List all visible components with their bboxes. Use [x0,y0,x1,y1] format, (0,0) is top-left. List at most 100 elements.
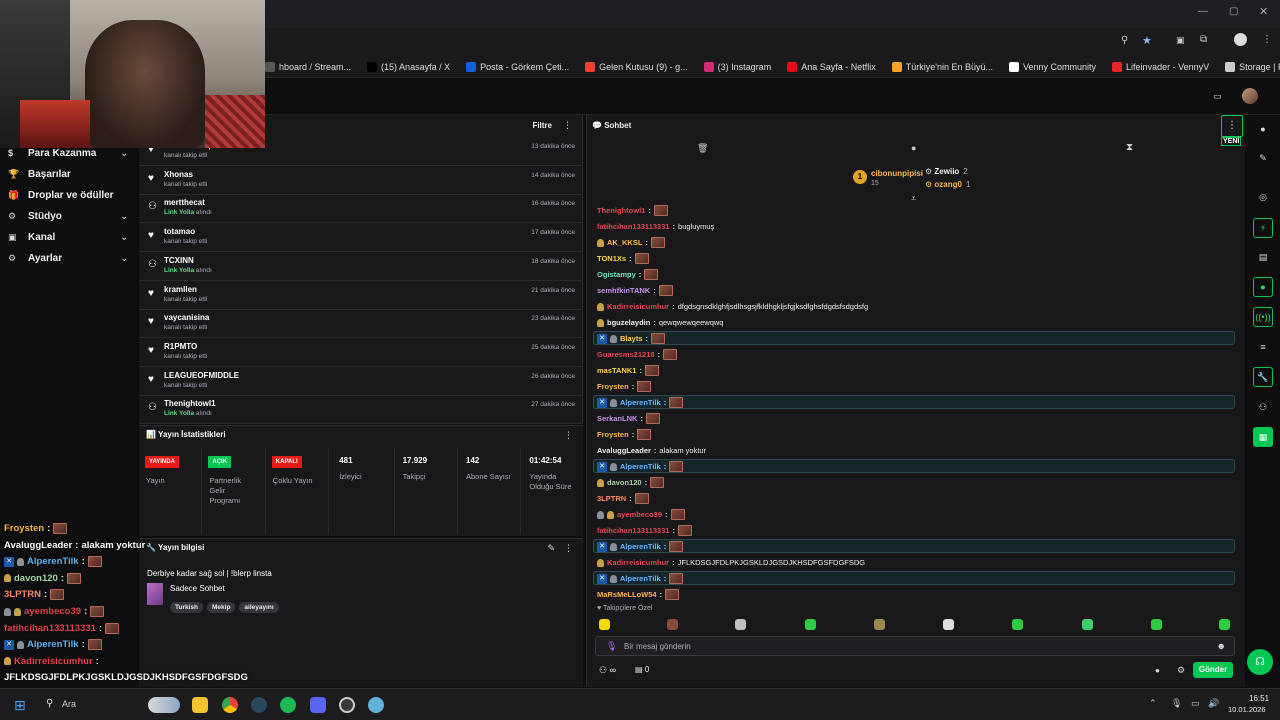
chat-message[interactable]: Kadirreisicumhur: JFLKDSGJFDLPKJGSKLDJGSD… [597,556,1237,569]
activity-username[interactable]: R1PMTO [164,342,197,351]
spotify-icon[interactable] [280,697,296,713]
channel-points[interactable]: ⚇ ∞ [599,665,616,676]
stream-tag[interactable]: Mekip [207,602,236,613]
activity-row[interactable]: ♥ LEAGUEOFMIDDLE kanalı takip etti 26 dakik… [139,367,583,396]
activity-username[interactable]: Xhonas [164,170,193,179]
chat-message[interactable]: AvaluggLeader: alakam yoktur [597,444,1237,457]
chat-username[interactable]: Froysten [597,382,629,391]
leaderboard-entry[interactable]: ⚙ Zewiio 2 [925,167,968,176]
sidebar-item[interactable]: 🎁 Droplar ve ödüller [8,186,132,204]
filter-button[interactable]: Filtre [532,121,552,130]
trash-icon[interactable]: 🗑 [697,143,708,154]
gift-counter[interactable]: ▤ 0 [635,665,649,674]
steam-icon[interactable] [251,697,267,713]
activity-row[interactable]: ⚇ mertthecat Link Yolla alındı 16 dakika ön… [139,194,583,224]
chat-message[interactable]: ayembeco39: [597,508,1237,521]
chat-username[interactable]: AlperenTilk [620,462,661,471]
quick-emote-icon[interactable] [1219,619,1230,630]
chat-icon[interactable]: ● [1253,277,1273,297]
chat-message[interactable]: ✕ AlperenTilk: [597,460,1237,473]
info-icon[interactable]: ● [1253,119,1273,139]
quick-emote-icon[interactable] [805,619,816,630]
activity-username[interactable]: vaycanisina [164,313,209,322]
chat-username[interactable]: bguzelaydin [607,318,650,327]
activity-menu-icon[interactable]: ⋮ [563,120,572,131]
minimize-icon[interactable]: — [1198,6,1208,17]
chevron-down-icon[interactable]: ⌄ [120,232,128,243]
sidebar-item[interactable]: 🏆 Başarılar [8,165,132,183]
chat-message[interactable]: fatihcihan133113331: [597,524,1237,537]
chat-username[interactable]: Blayts [620,334,643,343]
activity-username[interactable]: kramllen [164,285,197,294]
quick-emote-icon[interactable] [874,619,885,630]
share-icon[interactable]: ⚇ [1253,397,1273,417]
taskbar-search-label[interactable]: Ara [62,699,76,709]
bookmark-item[interactable]: Lifeinvader - VennyV [1112,61,1209,72]
chat-username[interactable]: masTANK1 [597,366,636,375]
app-globe-icon[interactable] [368,697,384,713]
stream-tag[interactable]: aileyayını [239,602,279,613]
emoji-icon[interactable]: ☻ [1217,641,1226,651]
bookmark-item[interactable]: Posta - Görkem Çeti... [466,61,569,72]
chat-message[interactable]: Froysten: [597,428,1237,441]
quick-emote-icon[interactable] [599,619,610,630]
hourglass-icon[interactable]: ⧗ [1126,142,1133,153]
chat-username[interactable]: AlperenTilk [620,542,661,551]
stream-tag[interactable]: Turkish [170,602,203,613]
maximize-icon[interactable]: ▢ [1229,6,1238,17]
chat-message[interactable]: SerkanLNK: [597,412,1237,425]
chat-message[interactable]: ✕ AlperenTilk: [597,540,1237,553]
chat-message[interactable]: ✕ Blayts: [597,332,1237,345]
tray-chevron-icon[interactable]: ⌃ [1149,698,1157,709]
bookmark-item[interactable]: Gelen Kutusu (9) - g... [585,61,688,72]
zoom-icon[interactable]: ⚲ [1121,35,1128,46]
chat-username[interactable]: ayembeco39 [617,510,662,519]
chat-settings-bubble-icon[interactable]: ● [1155,666,1160,675]
star-icon[interactable]: ★ [1142,34,1152,47]
clock-date[interactable]: 10.01.2026 [1228,705,1266,714]
chat-message[interactable]: masTANK1: [597,364,1237,377]
chat-input[interactable]: 🎙 Bir mesaj gönderin ☻ [595,636,1235,656]
user-avatar[interactable] [1242,88,1258,104]
chat-message[interactable]: 3LPTRN: [597,492,1237,505]
bookmark-item[interactable]: Venny Community [1009,61,1096,72]
chat-new-menu-button[interactable]: ⋮ [1221,115,1243,137]
bookmark-item[interactable]: Storage | Fivemanage [1225,61,1280,72]
activity-username[interactable]: mertthecat [164,198,205,207]
chat-message[interactable]: Thenightowl1: [597,204,1237,217]
extension-icon[interactable]: ▣ [1176,35,1185,46]
activity-row[interactable]: ♥ kramllen kanalı takip etti 21 dakika önce [139,281,583,310]
chat-username[interactable]: fatihcihan133113331 [597,526,670,535]
chat-username[interactable]: Thenightowl1 [597,206,645,215]
quick-emote-icon[interactable] [667,619,678,630]
chat-message[interactable]: Ogistampy: [597,268,1237,281]
stack-icon[interactable]: ≡ [1253,337,1273,357]
chat-message[interactable]: ✕ AlperenTilk: [597,396,1237,409]
chat-message[interactable]: semhfkinTANK: [597,284,1237,297]
support-headset-button[interactable]: ☊ [1247,649,1273,675]
activity-username[interactable]: TCXINN [164,256,194,265]
activity-row[interactable]: ♥ Xhonas kanalı takip etti 14 dakika önce [139,166,583,195]
notifications-icon[interactable]: ▭ [1213,91,1222,102]
chat-username[interactable]: Kadirreisicumhur [607,558,669,567]
volume-icon[interactable]: 🔊 [1208,698,1219,709]
chat-username[interactable]: TON1Xs [597,254,626,263]
send-button[interactable]: Gönder [1193,662,1233,678]
chat-username[interactable]: davon120 [607,478,642,487]
kebab-menu-icon[interactable]: ⋮ [1262,34,1272,45]
edit-pencil-icon[interactable]: ✎ [547,543,555,554]
sidebar-item[interactable]: ▣ Kanal ⌄ [8,228,132,246]
tray-mic-icon[interactable]: 🎙 [1171,698,1182,709]
chat-message[interactable]: MaRsMeLLoW54: [597,588,1237,601]
chevron-down-icon[interactable]: ⌄ [120,148,128,159]
quick-emote-icon[interactable] [1082,619,1093,630]
chat-message[interactable]: davon120: [597,476,1237,489]
chat-username[interactable]: semhfkinTANK [597,286,650,295]
bookmark-item[interactable]: Türkiye'nin En Büyü... [891,61,993,72]
document-icon[interactable]: ▤ [1253,247,1273,267]
chat-username[interactable]: AK_KKSL [607,238,642,247]
file-explorer-icon[interactable] [192,697,208,713]
puzzle-icon[interactable]: ⧉ [1200,34,1207,45]
chat-message[interactable]: TON1Xs: [597,252,1237,265]
quick-emote-icon[interactable] [943,619,954,630]
